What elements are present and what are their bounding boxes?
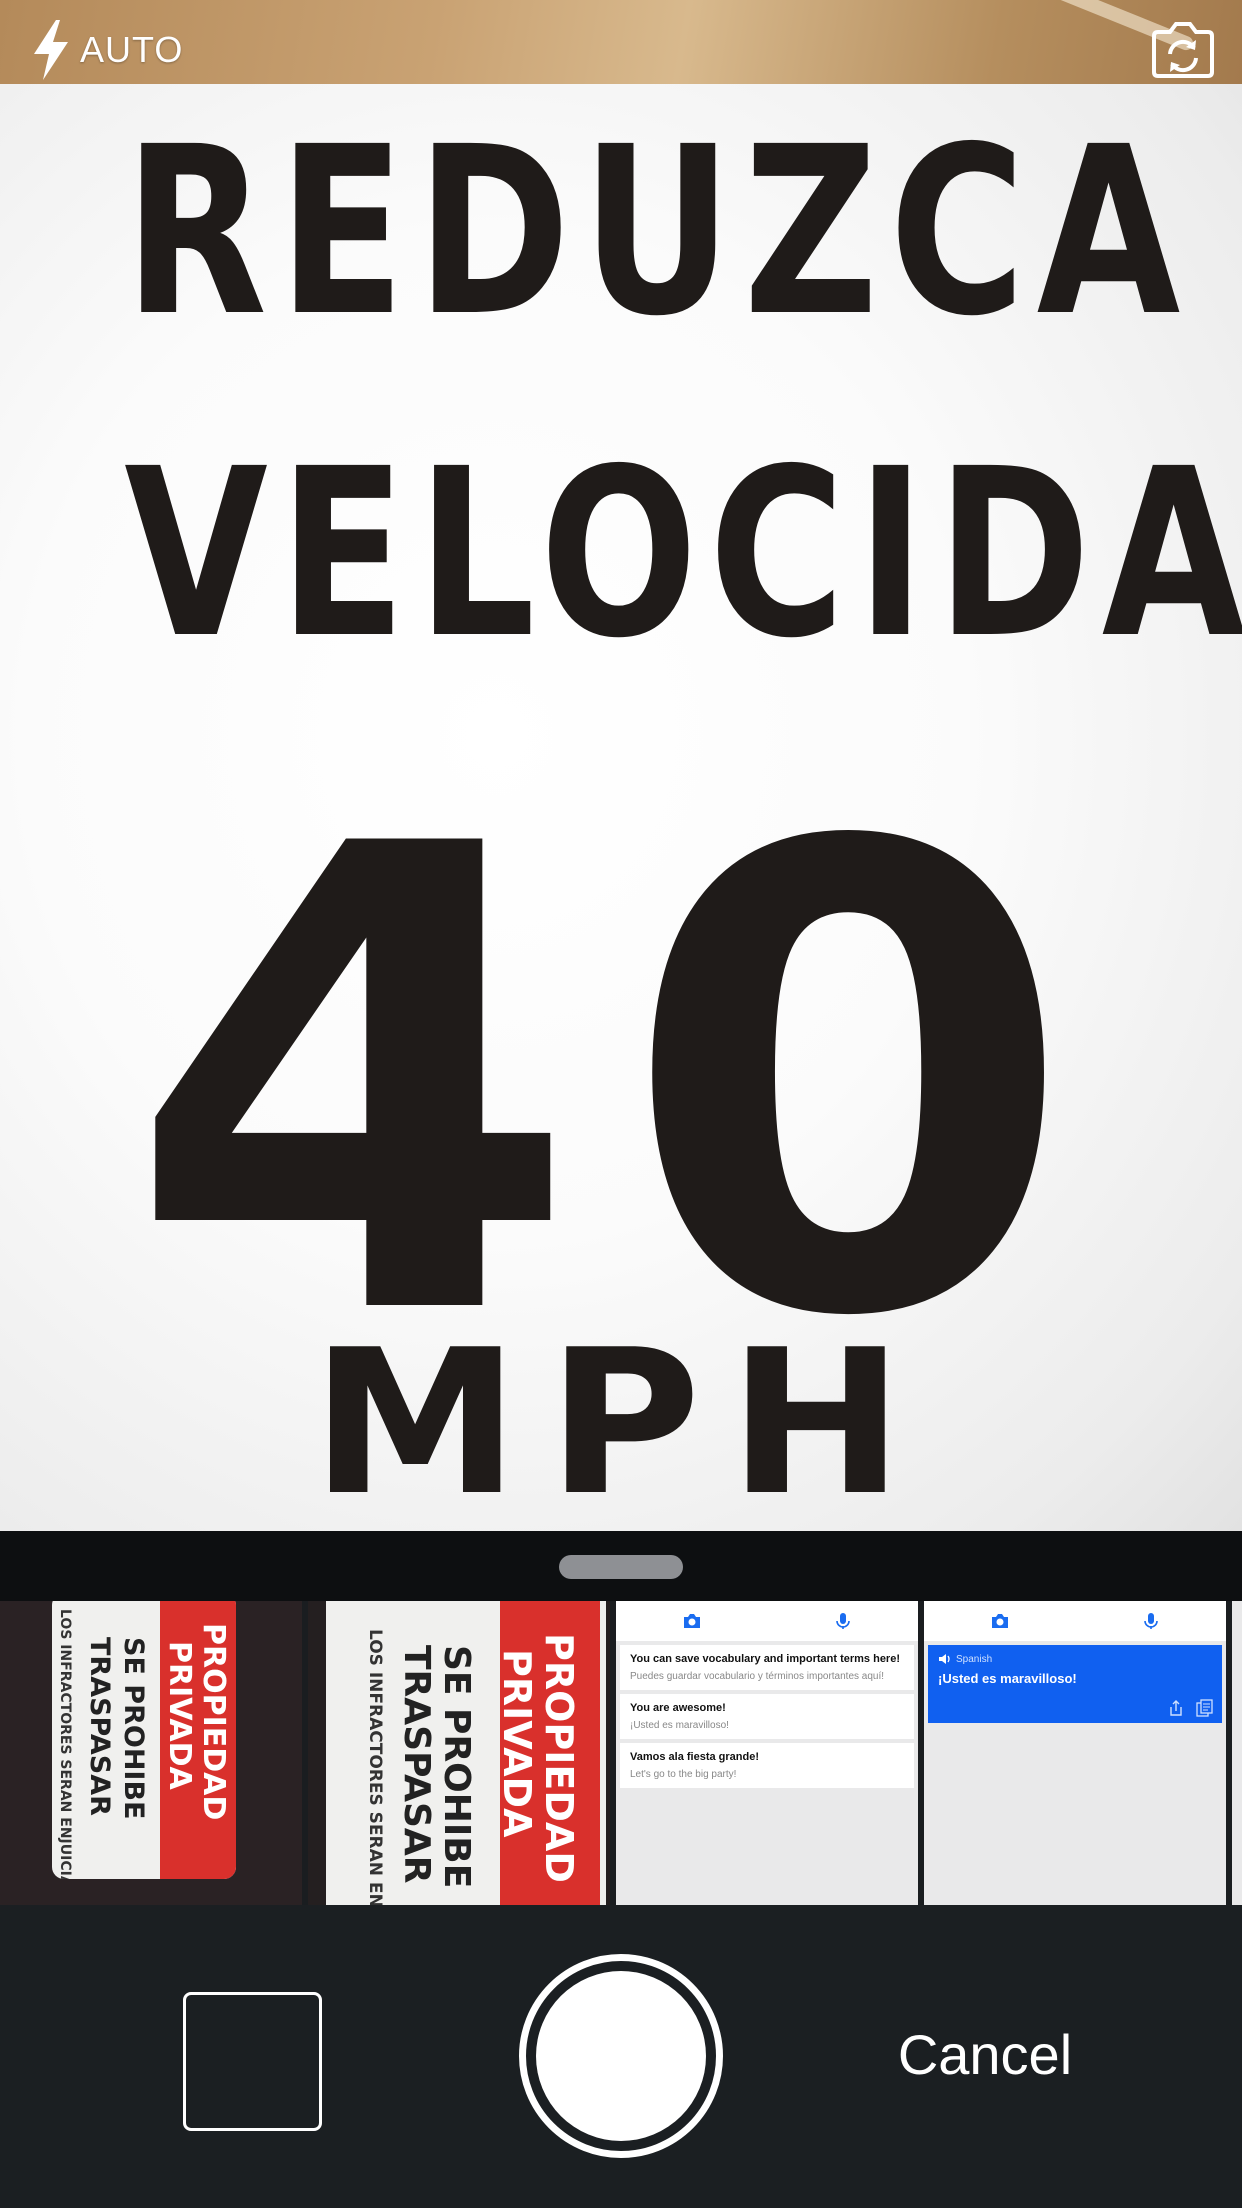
sign-black-text: TRASPASAR: [84, 1637, 115, 1816]
language-label: Spanish: [956, 1653, 993, 1665]
saved-card-subtitle: ¡Usted es maravilloso!: [630, 1720, 729, 1731]
camera-top-bar: AUTO: [0, 0, 1242, 84]
app-tab-bar: [924, 1601, 1226, 1641]
flash-mode-label: AUTO: [80, 29, 184, 70]
saved-card: You are awesome! ¡Usted es maravilloso!: [620, 1694, 914, 1739]
sign-line-1: REDUZCA: [124, 97, 1192, 367]
saved-card-title: Vamos ala fiesta grande!: [630, 1751, 759, 1763]
translation-text: ¡Usted es maravilloso!: [938, 1671, 1077, 1686]
sign-black-text: TRASPASAR: [396, 1645, 437, 1884]
saved-card-subtitle: Let's go to the big party!: [630, 1769, 737, 1780]
lightning-bolt-icon: [34, 20, 68, 80]
sign-red-text: PRIVADA: [495, 1649, 539, 1838]
shutter-button[interactable]: [519, 1954, 723, 2158]
speaker-icon: [939, 1654, 950, 1664]
recent-photos-strip[interactable]: PROPIEDAD PRIVADA SE PROHIBE TRASPASAR L…: [0, 1601, 1242, 1905]
recent-screenshot-2[interactable]: Spanish ¡Usted es maravilloso!: [924, 1601, 1226, 1905]
sign-red-text: PROPIEDAD: [196, 1623, 231, 1821]
camera-icon: [683, 1614, 700, 1628]
sign-card: PROPIEDAD PRIVADA SE PROHIBE TRASPASAR L…: [326, 1601, 606, 1905]
saved-card-title: You can save vocabulary and important te…: [630, 1653, 900, 1665]
photo-strip-header[interactable]: [0, 1531, 1242, 1601]
shutter-button-inner: [536, 1971, 706, 2141]
sign-line-2: VELOCIDAD: [124, 419, 1242, 689]
recent-photo-1[interactable]: PROPIEDAD PRIVADA SE PROHIBE TRASPASAR L…: [0, 1601, 302, 1905]
drag-handle[interactable]: [559, 1555, 683, 1579]
sign-red-text: PRIVADA: [162, 1641, 197, 1790]
share-icon: [1170, 1700, 1182, 1716]
translation-card: Spanish ¡Usted es maravilloso!: [928, 1645, 1222, 1723]
sign-black-text: SE PROHIBE: [436, 1645, 477, 1889]
camera-icon: [991, 1614, 1008, 1628]
sign-red-text: PROPIEDAD: [537, 1633, 581, 1883]
copy-icon: [1196, 1699, 1213, 1717]
sign-card: PROPIEDAD PRIVADA SE PROHIBE TRASPASAR L…: [52, 1601, 236, 1879]
saved-card: Vamos ala fiesta grande! Let's go to the…: [620, 1743, 914, 1788]
recent-photo-2[interactable]: PROPIEDAD PRIVADA SE PROHIBE TRASPASAR L…: [308, 1601, 610, 1905]
saved-card-subtitle: Puedes guardar vocabulario y términos im…: [630, 1671, 885, 1682]
translation-actions: [1168, 1699, 1214, 1717]
app-tab-bar: [616, 1601, 918, 1641]
recent-screenshot-1[interactable]: You can save vocabulary and important te…: [616, 1601, 918, 1905]
camera-controls: Cancel: [0, 1905, 1242, 2208]
saved-card-title: You are awesome!: [630, 1702, 726, 1714]
sign-small-text: LOS INFRACTORES SERAN ENJUICIADOS: [57, 1609, 73, 1879]
sign-black-text: SE PROHIBE: [118, 1637, 149, 1820]
language-row: Spanish: [938, 1653, 1212, 1665]
microphone-icon: [835, 1613, 850, 1629]
camera-viewfinder[interactable]: REDUZCA VELOCIDAD 40 MPH: [0, 84, 1242, 1531]
saved-card: You can save vocabulary and important te…: [620, 1645, 914, 1690]
cancel-button[interactable]: Cancel: [880, 2015, 1090, 2095]
photo-library-button[interactable]: [183, 1992, 322, 2131]
recent-photo-partial[interactable]: [1232, 1601, 1242, 1905]
flash-mode-button[interactable]: AUTO: [30, 20, 183, 80]
sign-small-text: LOS INFRACTORES SERAN ENJUICIADOS: [365, 1629, 385, 1905]
camera-rotate-icon[interactable]: [1150, 18, 1216, 82]
sign-unit: MPH: [310, 1307, 932, 1531]
microphone-icon: [1143, 1613, 1158, 1629]
